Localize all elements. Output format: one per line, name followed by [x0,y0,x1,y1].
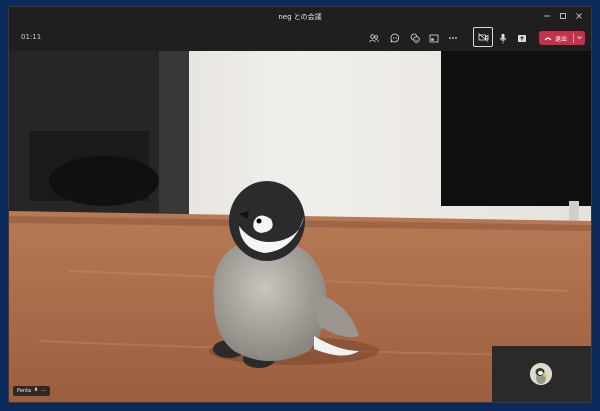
title-bar: neg との会議 [9,7,591,25]
leave-label: 退出 [555,35,568,43]
camera-off-icon[interactable] [473,27,493,47]
minimize-icon[interactable] [539,9,555,23]
window-controls [539,9,587,23]
microphone-icon[interactable] [496,31,510,45]
maximize-icon[interactable] [555,9,571,23]
participant-more[interactable]: ··· [41,388,46,394]
phone-hangup-icon [544,36,552,41]
meeting-window: neg との会議 01:11 退出 Penta ··· [8,6,592,403]
people-icon[interactable] [367,31,381,45]
avatar-icon [530,363,552,385]
reactions-icon[interactable] [408,31,422,45]
chevron-down-icon[interactable] [576,34,583,41]
window-title: neg との会議 [278,13,322,21]
leave-button[interactable]: 退出 [539,31,585,45]
share-tray-icon[interactable] [427,31,441,45]
participant-name: Penta [17,388,32,394]
close-icon[interactable] [571,9,587,23]
participant-nameplate: Penta ··· [13,386,50,396]
microphone-icon [34,387,38,395]
share-screen-icon[interactable] [515,31,529,45]
self-view [492,346,591,402]
more-icon[interactable] [446,31,460,45]
meeting-timer: 01:11 [21,33,42,41]
meeting-toolbar: 01:11 退出 [9,25,591,51]
chat-icon[interactable] [388,31,402,45]
leave-divider [573,33,574,43]
participant-video: Penta ··· [9,51,591,402]
